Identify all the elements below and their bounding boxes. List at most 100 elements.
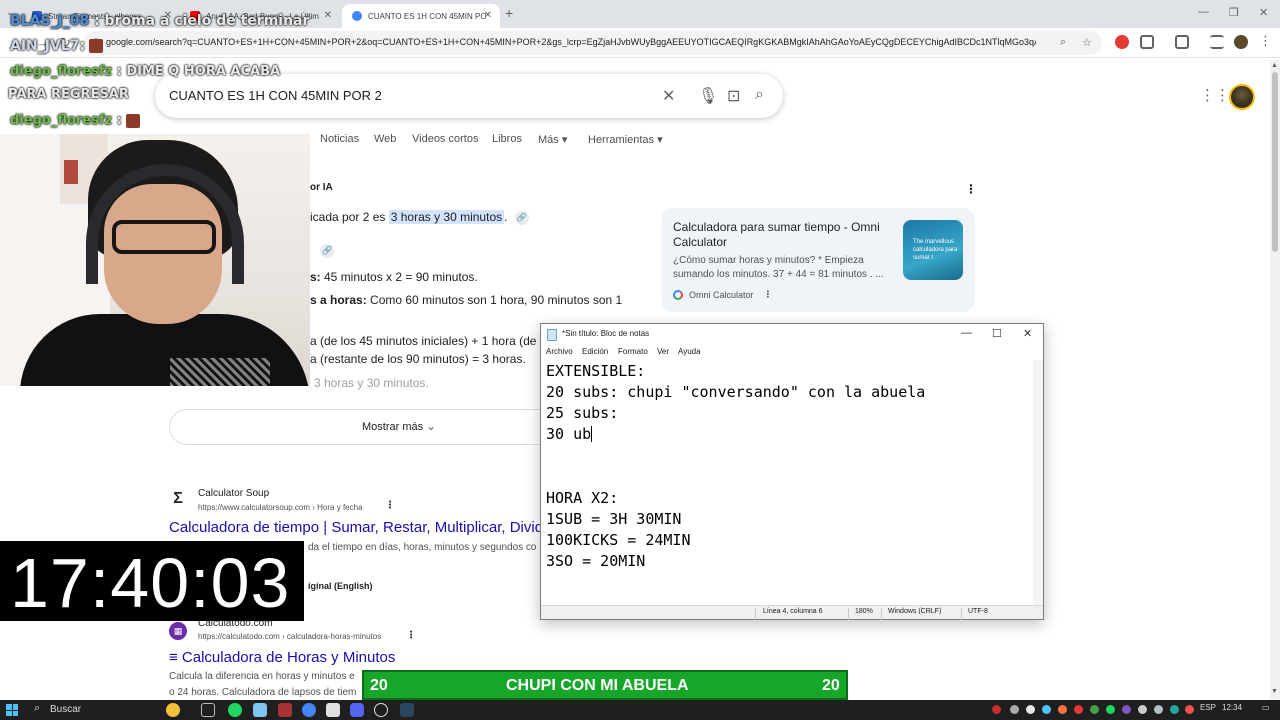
steam-icon[interactable]	[400, 703, 414, 717]
windows-start-icon[interactable]	[6, 704, 18, 716]
menu-archivo[interactable]: Archivo	[546, 347, 573, 356]
card-thumbnail[interactable]: The marvellous calculadora para sumar t	[903, 220, 963, 280]
close-icon[interactable]: ✕	[484, 10, 492, 21]
card-title[interactable]: Calculadora para sumar tiempo - Omni Cal…	[673, 220, 893, 250]
tray-icon[interactable]	[1170, 705, 1179, 714]
text-line: HORA X2:	[546, 489, 619, 507]
address-bar[interactable]: ⚙ google.com/search?q=CUANTO+ES+1H+CON+4…	[84, 31, 1102, 55]
bookmark-star-icon[interactable]: ☆	[1082, 36, 1092, 49]
spotify-icon[interactable]	[228, 703, 242, 717]
close-icon[interactable]: ✕	[324, 10, 332, 21]
page-scrollbar[interactable]: ▲ ▼	[1270, 60, 1280, 700]
tab-web[interactable]: Web	[374, 133, 396, 145]
search-icon[interactable]: ⌕	[34, 702, 40, 715]
restore-icon[interactable]: ❐	[1229, 6, 1239, 19]
reading-list-icon[interactable]	[1210, 35, 1224, 49]
notepad-titlebar[interactable]: *Sin título: Bloc de notas — ☐ ✕	[541, 324, 1043, 346]
ai-overview-menu-icon[interactable]: ⋮	[965, 182, 977, 196]
link-icon[interactable]: 🔗	[514, 210, 529, 225]
menu-ver[interactable]: Ver	[657, 347, 669, 356]
result-url[interactable]: https://www.calculatorsoup.com › Hora y …	[198, 503, 363, 512]
result-title-link[interactable]: Calculadora de tiempo | Sumar, Restar, M…	[169, 519, 551, 536]
search-input[interactable]: CUANTO ES 1H CON 45MIN POR 2	[169, 88, 382, 103]
notepad-text-area[interactable]: EXTENSIBLE: 20 subs: chupi "conversando"…	[541, 360, 1033, 605]
result-translation-link[interactable]: iginal (English)	[308, 581, 373, 591]
tray-icon[interactable]	[1074, 705, 1083, 714]
task-view-icon[interactable]	[201, 703, 215, 717]
menu-edicion[interactable]: Edición	[582, 347, 608, 356]
scroll-down-icon[interactable]: ▼	[1271, 688, 1278, 695]
account-avatar[interactable]	[1229, 84, 1255, 110]
card-menu-icon[interactable]: ⋮	[764, 289, 773, 300]
tray-icon[interactable]	[1106, 705, 1115, 714]
chrome-icon[interactable]	[302, 703, 316, 717]
result-site-name[interactable]: Calculator Soup	[198, 488, 269, 499]
lens-camera-icon[interactable]: ⊡	[727, 86, 740, 106]
tab-noticias[interactable]: Noticias	[320, 133, 359, 145]
ai-overview-heading: or IA	[310, 182, 333, 193]
window-close-icon[interactable]: ✕	[1259, 6, 1268, 19]
browser-tab-3-active[interactable]: CUANTO ES 1H CON 45MIN PO ✕	[342, 4, 500, 28]
scroll-up-icon[interactable]: ▲	[1271, 62, 1278, 69]
notifications-icon[interactable]: ▭	[1262, 703, 1270, 712]
tray-icon[interactable]	[1090, 705, 1099, 714]
taskbar-clock[interactable]: 12:34	[1222, 703, 1242, 712]
chevron-down-icon: ⌄	[426, 419, 437, 433]
result-url[interactable]: https://calculatodo.com › calculadora-ho…	[198, 632, 381, 641]
result-snippet-2: o 24 horas. Calculadora de lapsos de tie…	[169, 687, 357, 698]
minimize-icon[interactable]: —	[1198, 6, 1209, 18]
discord-icon[interactable]	[350, 703, 364, 717]
tab-videos-cortos[interactable]: Videos cortos	[412, 133, 478, 145]
tray-icon[interactable]	[1042, 705, 1051, 714]
search-icon[interactable]: ⌕	[755, 86, 764, 104]
widgets-icon[interactable]	[166, 703, 180, 717]
obs-icon[interactable]	[374, 703, 388, 717]
clear-icon[interactable]: ✕	[662, 86, 675, 106]
text-line: 100KICKS = 24MIN	[546, 531, 691, 549]
google-search-box[interactable]: CUANTO ES 1H CON 45MIN POR 2 ✕ 🎙 ⊡ ⌕	[155, 74, 783, 118]
close-icon[interactable]: ✕	[1023, 327, 1032, 340]
microphone-icon[interactable]: 🎙	[698, 86, 718, 106]
tray-icon[interactable]	[1138, 705, 1147, 714]
tray-icon[interactable]	[1185, 705, 1194, 714]
url-text[interactable]: google.com/search?q=CUANTO+ES+1H+CON+45M…	[106, 37, 1036, 47]
tray-icon[interactable]	[1026, 705, 1035, 714]
tray-icon[interactable]	[1122, 705, 1131, 714]
tab-herramientas[interactable]: Herramientas ▾	[588, 133, 663, 146]
extensions-puzzle-icon[interactable]	[1140, 35, 1154, 49]
notepad-statusbar: Línea 4, columna 6 180% Windows (CRLF) U…	[541, 605, 1043, 620]
result-menu-icon[interactable]: ⋮	[406, 630, 416, 641]
tray-icon[interactable]	[1058, 705, 1067, 714]
app-icon[interactable]	[278, 703, 292, 717]
tray-icon[interactable]	[1154, 705, 1163, 714]
media-control-icon[interactable]	[1175, 35, 1189, 49]
result-menu-icon[interactable]: ⋮	[385, 500, 395, 511]
result-title-link[interactable]: ≡ Calculadora de Horas y Minutos	[169, 649, 395, 666]
tab-libros[interactable]: Libros	[492, 133, 522, 145]
taskbar-search[interactable]: Buscar	[50, 704, 81, 715]
tray-icon[interactable]	[992, 705, 1001, 714]
notepad-scrollbar[interactable]	[1033, 360, 1043, 605]
language-indicator[interactable]: ESP	[1200, 703, 1216, 712]
chat-message-3: diego_floresfz : DIME Q HORA ACABA	[10, 64, 281, 79]
minimize-icon[interactable]: —	[961, 327, 972, 339]
zoom-icon[interactable]: ⌕	[1060, 36, 1066, 49]
opera-extension-icon[interactable]	[1115, 35, 1129, 49]
status-separator	[961, 608, 962, 620]
menu-ayuda[interactable]: Ayuda	[678, 347, 701, 356]
browser-menu-icon[interactable]: ⋮	[1259, 33, 1272, 49]
link-icon[interactable]: 🔗	[320, 244, 334, 258]
app-icon[interactable]	[326, 703, 340, 717]
omni-calculator-card[interactable]: Calculadora para sumar tiempo - Omni Cal…	[661, 208, 975, 312]
scroll-thumb[interactable]	[1272, 72, 1278, 252]
stream-timer: 17:40:03	[0, 541, 304, 622]
new-tab-icon[interactable]: +	[505, 5, 513, 21]
tab-mas[interactable]: Más ▾	[538, 133, 567, 146]
card-source[interactable]: Omni Calculator ⋮	[673, 289, 773, 300]
tray-icon[interactable]	[1010, 705, 1019, 714]
maximize-icon[interactable]: ☐	[992, 327, 1002, 340]
menu-formato[interactable]: Formato	[618, 347, 648, 356]
notepad-taskbar-icon[interactable]	[253, 703, 267, 717]
notepad-window[interactable]: *Sin título: Bloc de notas — ☐ ✕ Archivo…	[540, 323, 1044, 620]
profile-avatar[interactable]	[1234, 35, 1248, 49]
